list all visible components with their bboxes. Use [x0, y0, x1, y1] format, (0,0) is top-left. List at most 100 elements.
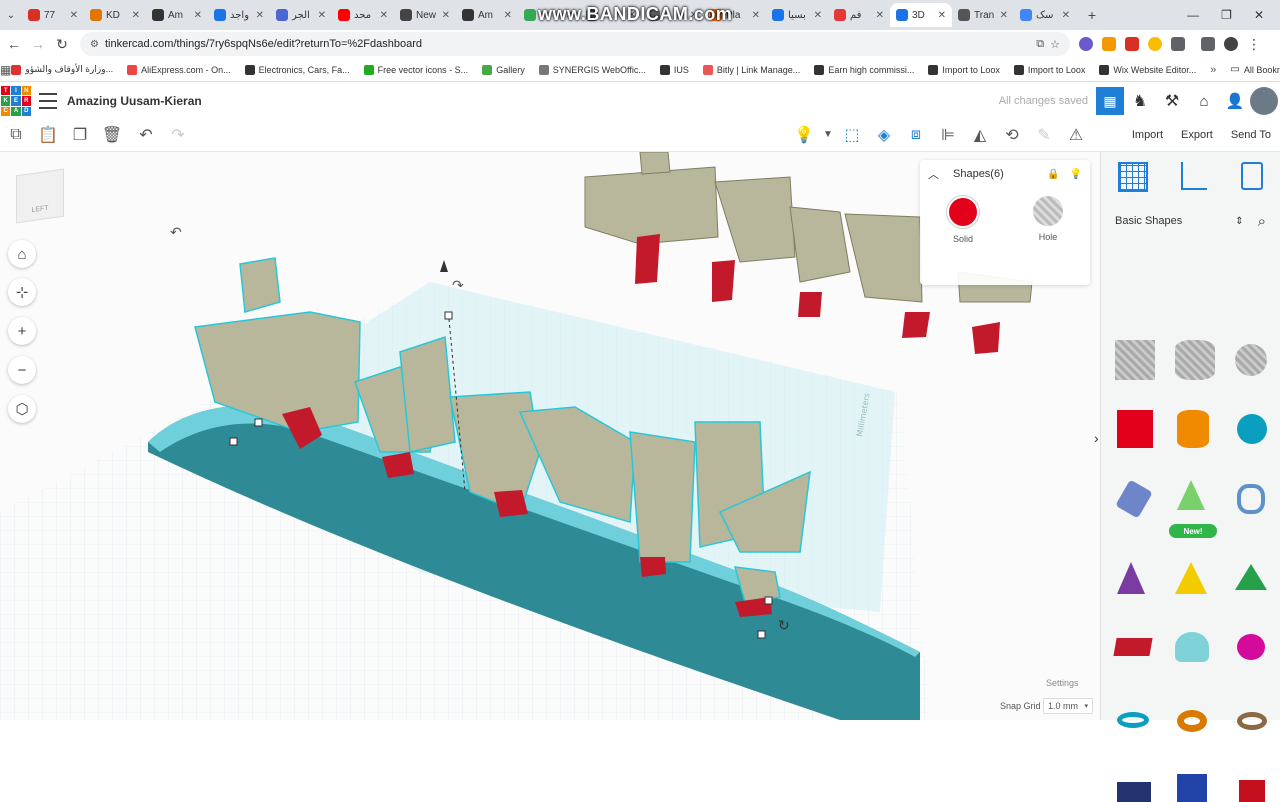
- tab-search-icon[interactable]: ⌄: [0, 3, 22, 27]
- browser-tab[interactable]: 3D ✕: [890, 3, 952, 27]
- tab-close-icon[interactable]: ✕: [876, 10, 884, 21]
- import-button[interactable]: Import: [1123, 129, 1172, 141]
- sphere-shape[interactable]: [1237, 414, 1267, 444]
- light-bulb-icon[interactable]: 💡: [788, 119, 820, 151]
- browser-tab[interactable]: واجد ✕: [208, 3, 270, 27]
- browser-tab[interactable]: بسيا ✕: [766, 3, 828, 27]
- pyramid-shape[interactable]: [1175, 562, 1207, 594]
- text-coil-shape[interactable]: [1237, 484, 1265, 514]
- browser-menu-icon[interactable]: ⋮: [1242, 32, 1266, 56]
- bookmark-item[interactable]: AliExpress.com - On...: [127, 64, 231, 75]
- solid-color-swatch[interactable]: [947, 196, 979, 228]
- bookmark-item[interactable]: Import to Loox: [928, 64, 1000, 75]
- browser-tab[interactable]: Am ✕: [456, 3, 518, 27]
- user-avatar[interactable]: [1250, 87, 1278, 115]
- search-icon[interactable]: ⌕: [1258, 213, 1266, 230]
- browser-tab[interactable]: فم ✕: [828, 3, 890, 27]
- home-view-button[interactable]: ⌂: [8, 240, 36, 268]
- tube-shape[interactable]: [1177, 710, 1207, 732]
- browser-tab[interactable]: سک ✕: [1014, 3, 1076, 27]
- box-hole-shape[interactable]: [1115, 340, 1155, 380]
- tab-close-icon[interactable]: ✕: [938, 10, 946, 21]
- cruise-icon[interactable]: ⟲: [996, 119, 1028, 151]
- cylinder-shape[interactable]: [1177, 410, 1209, 448]
- tab-close-icon[interactable]: ✕: [1000, 10, 1008, 21]
- bookmark-item[interactable]: Electronics, Cars, Fa...: [244, 64, 350, 75]
- notes-tool-icon[interactable]: [1241, 162, 1264, 190]
- tab-close-icon[interactable]: ✕: [194, 10, 202, 21]
- rotate-handle-icon[interactable]: ↻: [778, 618, 790, 634]
- bookmark-star-icon[interactable]: ☆: [1050, 38, 1060, 51]
- tab-close-icon[interactable]: ✕: [1062, 10, 1070, 21]
- wedge-shape[interactable]: [1117, 782, 1151, 802]
- download-icon[interactable]: [1201, 37, 1215, 51]
- workplane-viewport[interactable]: ↷ ↶ ↻ Millimeters LEFT ⌂ ⊹ + − ⬡ ︿ Shape…: [0, 152, 1100, 720]
- tab-close-icon[interactable]: ✕: [752, 10, 760, 21]
- new-tab-button[interactable]: +: [1080, 3, 1104, 27]
- polygon-shape[interactable]: [1177, 774, 1207, 802]
- shape-category-select[interactable]: Basic Shapes ⇕ ⌕: [1109, 208, 1272, 234]
- bookmarks-overflow-icon[interactable]: »: [1210, 64, 1216, 76]
- bulb-icon[interactable]: 💡: [1070, 169, 1082, 180]
- lock-icon[interactable]: 🔒: [1047, 169, 1059, 180]
- zoom-out-button[interactable]: −: [8, 356, 36, 384]
- browser-tab[interactable]: محد ✕: [332, 3, 394, 27]
- bookmark-item[interactable]: Gallery: [482, 64, 525, 75]
- url-text[interactable]: tinkercad.com/things/7ry6spqNs6e/edit?re…: [105, 38, 422, 50]
- tab-close-icon[interactable]: ✕: [814, 10, 822, 21]
- install-app-icon[interactable]: ⧉: [1036, 38, 1044, 51]
- workplane-icon[interactable]: ⬚: [836, 119, 868, 151]
- restore-icon[interactable]: ❐: [1221, 8, 1232, 22]
- collapse-chevron-icon[interactable]: ︿: [928, 166, 939, 182]
- half-cylinder-shape[interactable]: [1175, 632, 1209, 662]
- notes-icon[interactable]: ✎: [1028, 119, 1060, 151]
- hole-option[interactable]: Hole: [1033, 196, 1063, 244]
- bookmark-item[interactable]: Bitly | Link Manage...: [702, 64, 800, 75]
- redo-icon[interactable]: ↷: [162, 119, 194, 151]
- tab-close-icon[interactable]: ✕: [380, 10, 388, 21]
- extension-icon[interactable]: [1148, 37, 1162, 51]
- reload-icon[interactable]: ↻: [50, 32, 74, 56]
- browser-tab[interactable]: KD ✕: [84, 3, 146, 27]
- omnibox[interactable]: ⚙ tinkercad.com/things/7ry6spqNs6e/edit?…: [80, 32, 1070, 56]
- settings-button[interactable]: Settings: [1046, 678, 1079, 688]
- scribble-shape[interactable]: [1115, 479, 1153, 519]
- duplicate-icon[interactable]: ❐: [64, 119, 96, 151]
- mirror-icon[interactable]: ◭: [964, 119, 996, 151]
- extension-icon[interactable]: [1079, 37, 1093, 51]
- align-icon[interactable]: ⊫: [932, 119, 964, 151]
- profile-avatar[interactable]: [1224, 37, 1238, 51]
- bookmark-item[interactable]: SYNERGIS WebOffic...: [538, 64, 646, 75]
- close-icon[interactable]: ✕: [1254, 8, 1264, 22]
- extension-icon[interactable]: [1102, 37, 1116, 51]
- tab-close-icon[interactable]: ✕: [256, 10, 264, 21]
- all-bookmarks[interactable]: ▭ All Bookmarks: [1230, 64, 1280, 75]
- ring-shape[interactable]: [1237, 712, 1267, 730]
- bookmark-item[interactable]: Earn high commissi...: [814, 64, 914, 75]
- bookmark-item[interactable]: IUS: [659, 64, 689, 75]
- 3d-view-button[interactable]: ▦: [1096, 87, 1124, 115]
- paste-icon[interactable]: 📋: [32, 119, 64, 151]
- copy-icon[interactable]: ⧉: [0, 119, 32, 151]
- project-title[interactable]: Amazing Uusam-Kieran: [67, 94, 202, 108]
- zoom-in-button[interactable]: +: [8, 317, 36, 345]
- extension-icon[interactable]: [1125, 37, 1139, 51]
- add-user-icon[interactable]: 👤: [1220, 92, 1250, 110]
- browser-tab[interactable]: الجر ✕: [270, 3, 332, 27]
- back-icon[interactable]: ←: [2, 32, 26, 56]
- ungroup-icon[interactable]: ⧈: [900, 119, 932, 151]
- box-shape[interactable]: [1117, 410, 1153, 448]
- cone-shape[interactable]: [1117, 562, 1145, 594]
- browser-tab[interactable]: 77 ✕: [22, 3, 84, 27]
- cylinder-hole-shape[interactable]: [1175, 340, 1215, 380]
- sim-lab-icon[interactable]: ⌂: [1188, 93, 1220, 110]
- fit-view-button[interactable]: ⊹: [8, 278, 36, 306]
- browser-tab[interactable]: Tran ✕: [952, 3, 1014, 27]
- snap-grid-select[interactable]: 1.0 mm ▾: [1043, 698, 1093, 714]
- paraboloid-shape[interactable]: [1237, 634, 1265, 660]
- export-button[interactable]: Export: [1172, 129, 1222, 141]
- solid-option[interactable]: Solid: [947, 196, 979, 244]
- text-shape[interactable]: [1113, 638, 1153, 656]
- tab-close-icon[interactable]: ✕: [132, 10, 140, 21]
- bookmark-item[interactable]: وزارة الأوقاف والشؤو...: [11, 64, 113, 75]
